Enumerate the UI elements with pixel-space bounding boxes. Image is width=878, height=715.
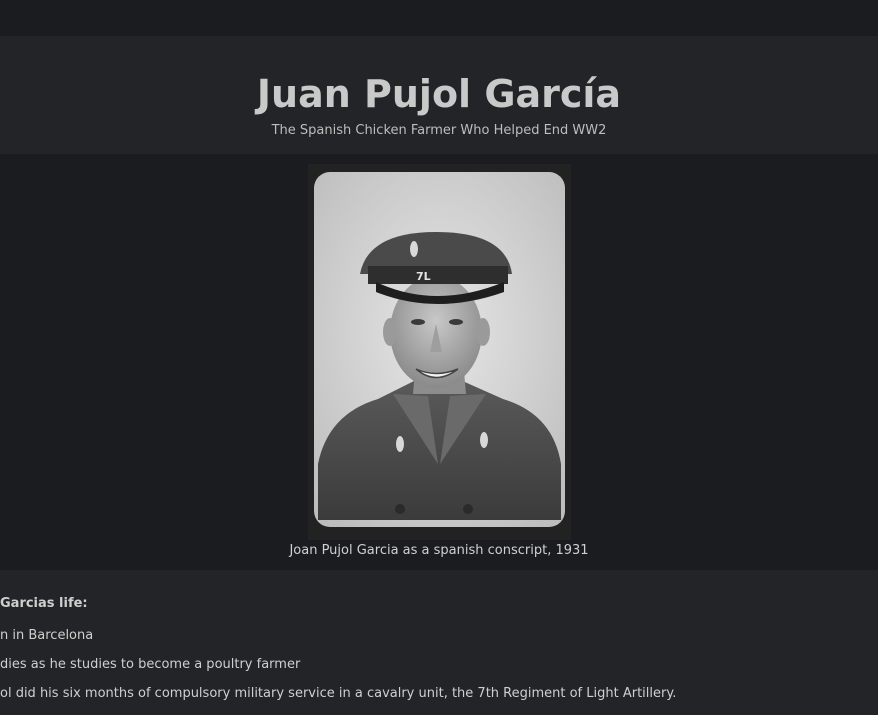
top-bar [0, 0, 878, 36]
list-item: ol did his six months of compulsory mili… [0, 686, 677, 701]
timeline-title: Garcias life: [0, 596, 88, 611]
page-title: Juan Pujol García [256, 72, 622, 116]
timeline-list: n in Barcelona dies as he studies to bec… [0, 627, 676, 714]
page-subtitle: The Spanish Chicken Farmer Who Helped En… [271, 123, 607, 138]
list-item: dies as he studies to become a poultry f… [0, 657, 301, 672]
hero-section: 7L Joan Pujol Garcia as a spanish conscr… [0, 154, 878, 570]
list-item: n in Barcelona [0, 628, 94, 643]
photo-caption: Joan Pujol Garcia as a spanish conscript… [289, 543, 589, 558]
content-section: Garcias life: n in Barcelona dies as he … [0, 570, 878, 715]
page-header: Juan Pujol García The Spanish Chicken Fa… [0, 36, 878, 154]
cap-badge-text: 7L [416, 270, 431, 283]
portrait-photo: 7L [308, 164, 571, 540]
